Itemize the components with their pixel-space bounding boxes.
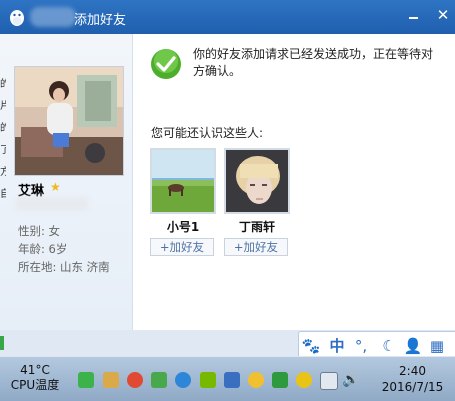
shield-icon[interactable] <box>272 372 288 388</box>
gender-info: 性别: 女 <box>18 224 61 238</box>
success-message: 你的好友添加请求已经发送成功，正在等待对方确认。 <box>193 47 434 78</box>
suggestion-name: 小号1 <box>166 220 200 234</box>
volume-icon[interactable]: 🔊 <box>342 372 359 388</box>
title-bar[interactable]: 添加好友 ✕ <box>0 0 455 34</box>
suggestion-name: 丁雨轩 <box>238 220 275 234</box>
cpu-temperature[interactable]: 41°C CPU温度 <box>4 363 66 393</box>
qq-penguin-icon <box>10 10 24 26</box>
close-button[interactable]: ✕ <box>434 4 452 26</box>
user-icon[interactable]: 👤 <box>403 336 423 356</box>
profile-photo[interactable] <box>14 66 124 176</box>
network-icon[interactable] <box>224 372 240 388</box>
weibo-icon[interactable] <box>127 372 143 388</box>
success-check-icon <box>151 49 181 79</box>
chat-icon[interactable] <box>151 372 167 388</box>
paw-icon[interactable]: 🐾 <box>301 336 321 356</box>
suggestion-avatar[interactable] <box>224 148 290 214</box>
add-friend-button[interactable]: +加好友 <box>224 238 288 256</box>
add-friend-button[interactable]: +加好友 <box>150 238 214 256</box>
grid-icon[interactable]: ▦ <box>427 336 447 356</box>
nvidia-icon[interactable] <box>200 372 216 388</box>
qq-number-blurred <box>16 197 88 211</box>
player-icon[interactable] <box>175 372 191 388</box>
avatar-image <box>152 150 214 212</box>
profile-panel: 的片的 了方自 艾琳 ★ 性别: 女 年龄: 6岁 所在地: 山东 济南 <box>0 34 133 330</box>
window-title: 添加好友 <box>74 13 127 28</box>
qq-tray-icon[interactable] <box>248 372 264 388</box>
location-info: 所在地: 山东 济南 <box>18 260 110 274</box>
suggestions-heading: 您可能还认识这些人: <box>151 126 264 140</box>
suggestion-avatar[interactable] <box>150 148 216 214</box>
profile-photo-image <box>15 67 123 175</box>
avatar-image <box>226 150 288 212</box>
add-friend-window: 添加好友 ✕ 的片的 了方自 艾琳 ★ 性别: 女 年龄: 6岁 所在地: 山东… <box>0 0 455 330</box>
title-blur-mask <box>30 7 76 27</box>
device-icon[interactable] <box>320 372 338 390</box>
suggestion-card: 小号1 +加好友 <box>150 148 216 256</box>
minimize-button[interactable] <box>406 6 422 24</box>
ime-mode-toggle[interactable]: 中 <box>327 336 347 356</box>
add-icon[interactable] <box>296 372 312 388</box>
background-window-edge <box>0 336 4 350</box>
age-info: 年龄: 6岁 <box>18 242 68 256</box>
cpu-label: CPU温度 <box>10 378 60 392</box>
clock-date: 2016/7/15 <box>381 380 444 394</box>
taskbar: 41°C CPU温度 🔊 2:40 2016/7/15 <box>0 356 455 401</box>
star-icon: ★ <box>50 180 61 194</box>
wechat-icon[interactable] <box>78 372 94 388</box>
clipped-background-text: 的片的 了方自 <box>0 79 6 200</box>
temperature-value: 41°C <box>20 363 50 377</box>
contact-icon[interactable] <box>103 372 119 388</box>
punctuation-icon[interactable]: °, <box>351 336 371 356</box>
moon-icon[interactable]: ☾ <box>379 336 399 356</box>
suggestion-card: 丁雨轩 +加好友 <box>224 148 290 256</box>
clock[interactable]: 2:40 2016/7/15 <box>370 363 455 395</box>
clock-time: 2:40 <box>399 364 426 378</box>
